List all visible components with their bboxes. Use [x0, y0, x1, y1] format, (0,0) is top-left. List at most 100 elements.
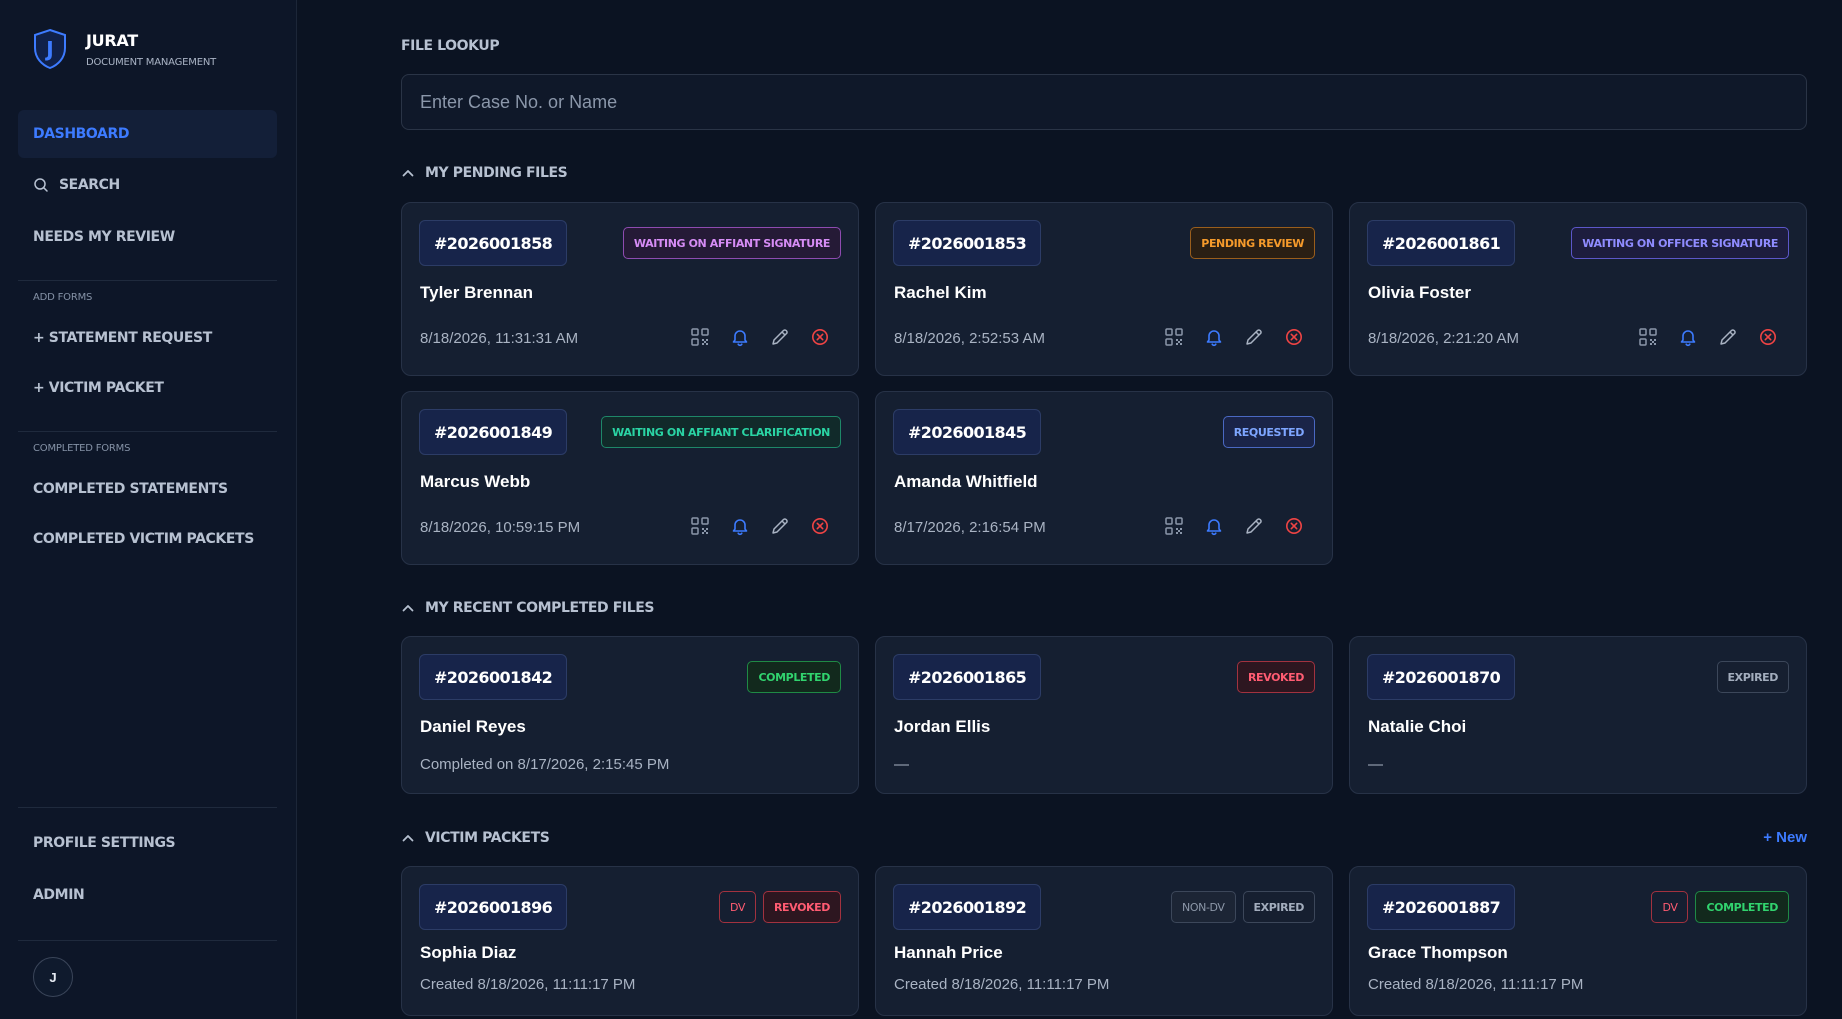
status-badge: COMPLETED	[1695, 891, 1789, 923]
sidebar-item-label: COMPLETED STATEMENTS	[33, 481, 228, 497]
pending-file-card[interactable]: #2026001849 WAITING ON AFFIANT CLARIFICA…	[401, 391, 859, 565]
file-date: 8/18/2026, 2:52:53 AM	[894, 330, 1045, 347]
case-number[interactable]: #2026001849	[419, 409, 568, 455]
pending-file-card[interactable]: #2026001861 WAITING ON OFFICER SIGNATURE…	[1349, 202, 1807, 376]
completed-file-card[interactable]: #2026001842 COMPLETED Daniel Reyes Compl…	[401, 636, 859, 794]
bell-icon[interactable]	[730, 516, 750, 536]
status-badge: PENDING REVIEW	[1190, 227, 1315, 259]
case-number[interactable]: #2026001845	[893, 409, 1042, 455]
file-date: 8/17/2026, 2:16:54 PM	[894, 519, 1046, 536]
status-badge: REVOKED	[762, 891, 841, 923]
case-search-input[interactable]	[401, 74, 1807, 130]
qr-code-icon[interactable]	[1638, 327, 1658, 347]
sidebar-item-needs-review[interactable]: NEEDS MY REVIEW	[18, 213, 277, 261]
completed-files-toggle[interactable]: MY RECENT COMPLETED FILES	[401, 600, 654, 616]
qr-code-icon[interactable]	[1164, 516, 1184, 536]
sidebar-item-admin[interactable]: ADMIN	[18, 871, 277, 919]
sidebar-item-search[interactable]: SEARCH	[18, 161, 277, 209]
app-title: JURAT	[86, 31, 138, 50]
completion-date: —	[1368, 756, 1383, 773]
pencil-icon[interactable]	[1718, 327, 1738, 347]
completed-file-card[interactable]: #2026001870 EXPIRED Natalie Choi —	[1349, 636, 1807, 794]
pencil-icon[interactable]	[770, 327, 790, 347]
x-circle-icon[interactable]	[810, 516, 830, 536]
party-name: Amanda Whitfield	[894, 472, 1038, 491]
sidebar-item-statement-request[interactable]: + STATEMENT REQUEST	[18, 314, 277, 362]
party-name: Marcus Webb	[420, 472, 531, 491]
completion-date: —	[894, 756, 909, 773]
file-date: 8/18/2026, 10:59:15 PM	[420, 519, 581, 536]
shield-logo-icon: J	[34, 28, 66, 70]
x-circle-icon[interactable]	[1284, 327, 1304, 347]
case-number[interactable]: #2026001887	[1367, 884, 1516, 930]
sidebar: J JURAT DOCUMENT MANAGEMENT DASHBOARD SE…	[0, 0, 297, 1019]
bell-icon[interactable]	[1204, 516, 1224, 536]
party-name: Grace Thompson	[1368, 943, 1508, 962]
qr-code-icon[interactable]	[690, 327, 710, 347]
user-avatar[interactable]: J	[33, 957, 73, 997]
created-date: Created 8/18/2026, 11:11:17 PM	[420, 976, 636, 993]
bell-icon[interactable]	[1678, 327, 1698, 347]
status-badge: WAITING ON AFFIANT SIGNATURE	[622, 227, 841, 259]
x-circle-icon[interactable]	[810, 327, 830, 347]
x-circle-icon[interactable]	[1758, 327, 1778, 347]
pending-file-card[interactable]: #2026001858 WAITING ON AFFIANT SIGNATURE…	[401, 202, 859, 376]
pencil-icon[interactable]	[1244, 327, 1264, 347]
svg-text:J: J	[44, 37, 53, 61]
sidebar-item-label: COMPLETED VICTIM PACKETS	[33, 531, 254, 547]
section-title: MY PENDING FILES	[425, 165, 568, 181]
victim-packet-card[interactable]: #2026001892 NON-DV EXPIRED Hannah Price …	[875, 866, 1333, 1016]
search-icon	[34, 178, 48, 192]
pending-files-toggle[interactable]: MY PENDING FILES	[401, 165, 568, 181]
chevron-up-icon	[401, 831, 415, 845]
new-victim-packet-link[interactable]: + New	[1763, 829, 1807, 846]
case-number[interactable]: #2026001896	[419, 884, 568, 930]
completion-date: Completed on 8/17/2026, 2:15:45 PM	[420, 756, 670, 773]
status-badge: REQUESTED	[1222, 416, 1315, 448]
section-title: MY RECENT COMPLETED FILES	[425, 600, 655, 616]
brand[interactable]: J JURAT DOCUMENT MANAGEMENT	[32, 28, 216, 70]
qr-code-icon[interactable]	[1164, 327, 1184, 347]
victim-packet-card[interactable]: #2026001887 DV COMPLETED Grace Thompson …	[1349, 866, 1807, 1016]
pencil-icon[interactable]	[770, 516, 790, 536]
case-number[interactable]: #2026001842	[419, 654, 568, 700]
packet-type-badge: NON-DV	[1171, 891, 1236, 923]
x-circle-icon[interactable]	[1284, 516, 1304, 536]
completed-file-card[interactable]: #2026001865 REVOKED Jordan Ellis —	[875, 636, 1333, 794]
main-content: FILE LOOKUP MY PENDING FILES #2026001858…	[297, 0, 1842, 1019]
pending-file-card[interactable]: #2026001845 REQUESTED Amanda Whitfield 8…	[875, 391, 1333, 565]
case-number[interactable]: #2026001858	[419, 220, 568, 266]
created-date: Created 8/18/2026, 11:11:17 PM	[1368, 976, 1584, 993]
sidebar-item-label: PROFILE SETTINGS	[33, 835, 176, 851]
status-badge: EXPIRED	[1242, 891, 1315, 923]
bell-icon[interactable]	[1204, 327, 1224, 347]
sidebar-item-label: ADMIN	[33, 887, 85, 903]
divider	[18, 940, 277, 941]
victim-packets-toggle[interactable]: VICTIM PACKETS	[401, 830, 550, 846]
sidebar-item-completed-victim-packets[interactable]: COMPLETED VICTIM PACKETS	[18, 515, 277, 563]
party-name: Sophia Diaz	[420, 943, 517, 962]
sidebar-item-victim-packet[interactable]: + VICTIM PACKET	[18, 364, 277, 412]
case-number[interactable]: #2026001870	[1367, 654, 1516, 700]
bell-icon[interactable]	[730, 327, 750, 347]
case-number[interactable]: #2026001865	[893, 654, 1042, 700]
packet-type-badge: DV	[718, 891, 756, 923]
status-badge: EXPIRED	[1716, 661, 1789, 693]
status-badge: COMPLETED	[747, 661, 841, 693]
sidebar-item-dashboard[interactable]: DASHBOARD	[18, 110, 277, 158]
divider	[18, 807, 277, 808]
status-badge: WAITING ON AFFIANT CLARIFICATION	[601, 416, 841, 448]
case-number[interactable]: #2026001892	[893, 884, 1042, 930]
pending-file-card[interactable]: #2026001853 PENDING REVIEW Rachel Kim 8/…	[875, 202, 1333, 376]
packet-type-badge: DV	[1651, 891, 1689, 923]
qr-code-icon[interactable]	[690, 516, 710, 536]
pencil-icon[interactable]	[1244, 516, 1264, 536]
party-name: Daniel Reyes	[420, 717, 526, 736]
sidebar-item-profile-settings[interactable]: PROFILE SETTINGS	[18, 819, 277, 867]
case-number[interactable]: #2026001853	[893, 220, 1042, 266]
victim-packet-card[interactable]: #2026001896 DV REVOKED Sophia Diaz Creat…	[401, 866, 859, 1016]
file-lookup-label: FILE LOOKUP	[401, 38, 500, 54]
case-number[interactable]: #2026001861	[1367, 220, 1516, 266]
section-title: VICTIM PACKETS	[425, 830, 550, 846]
sidebar-item-completed-statements[interactable]: COMPLETED STATEMENTS	[18, 465, 277, 513]
